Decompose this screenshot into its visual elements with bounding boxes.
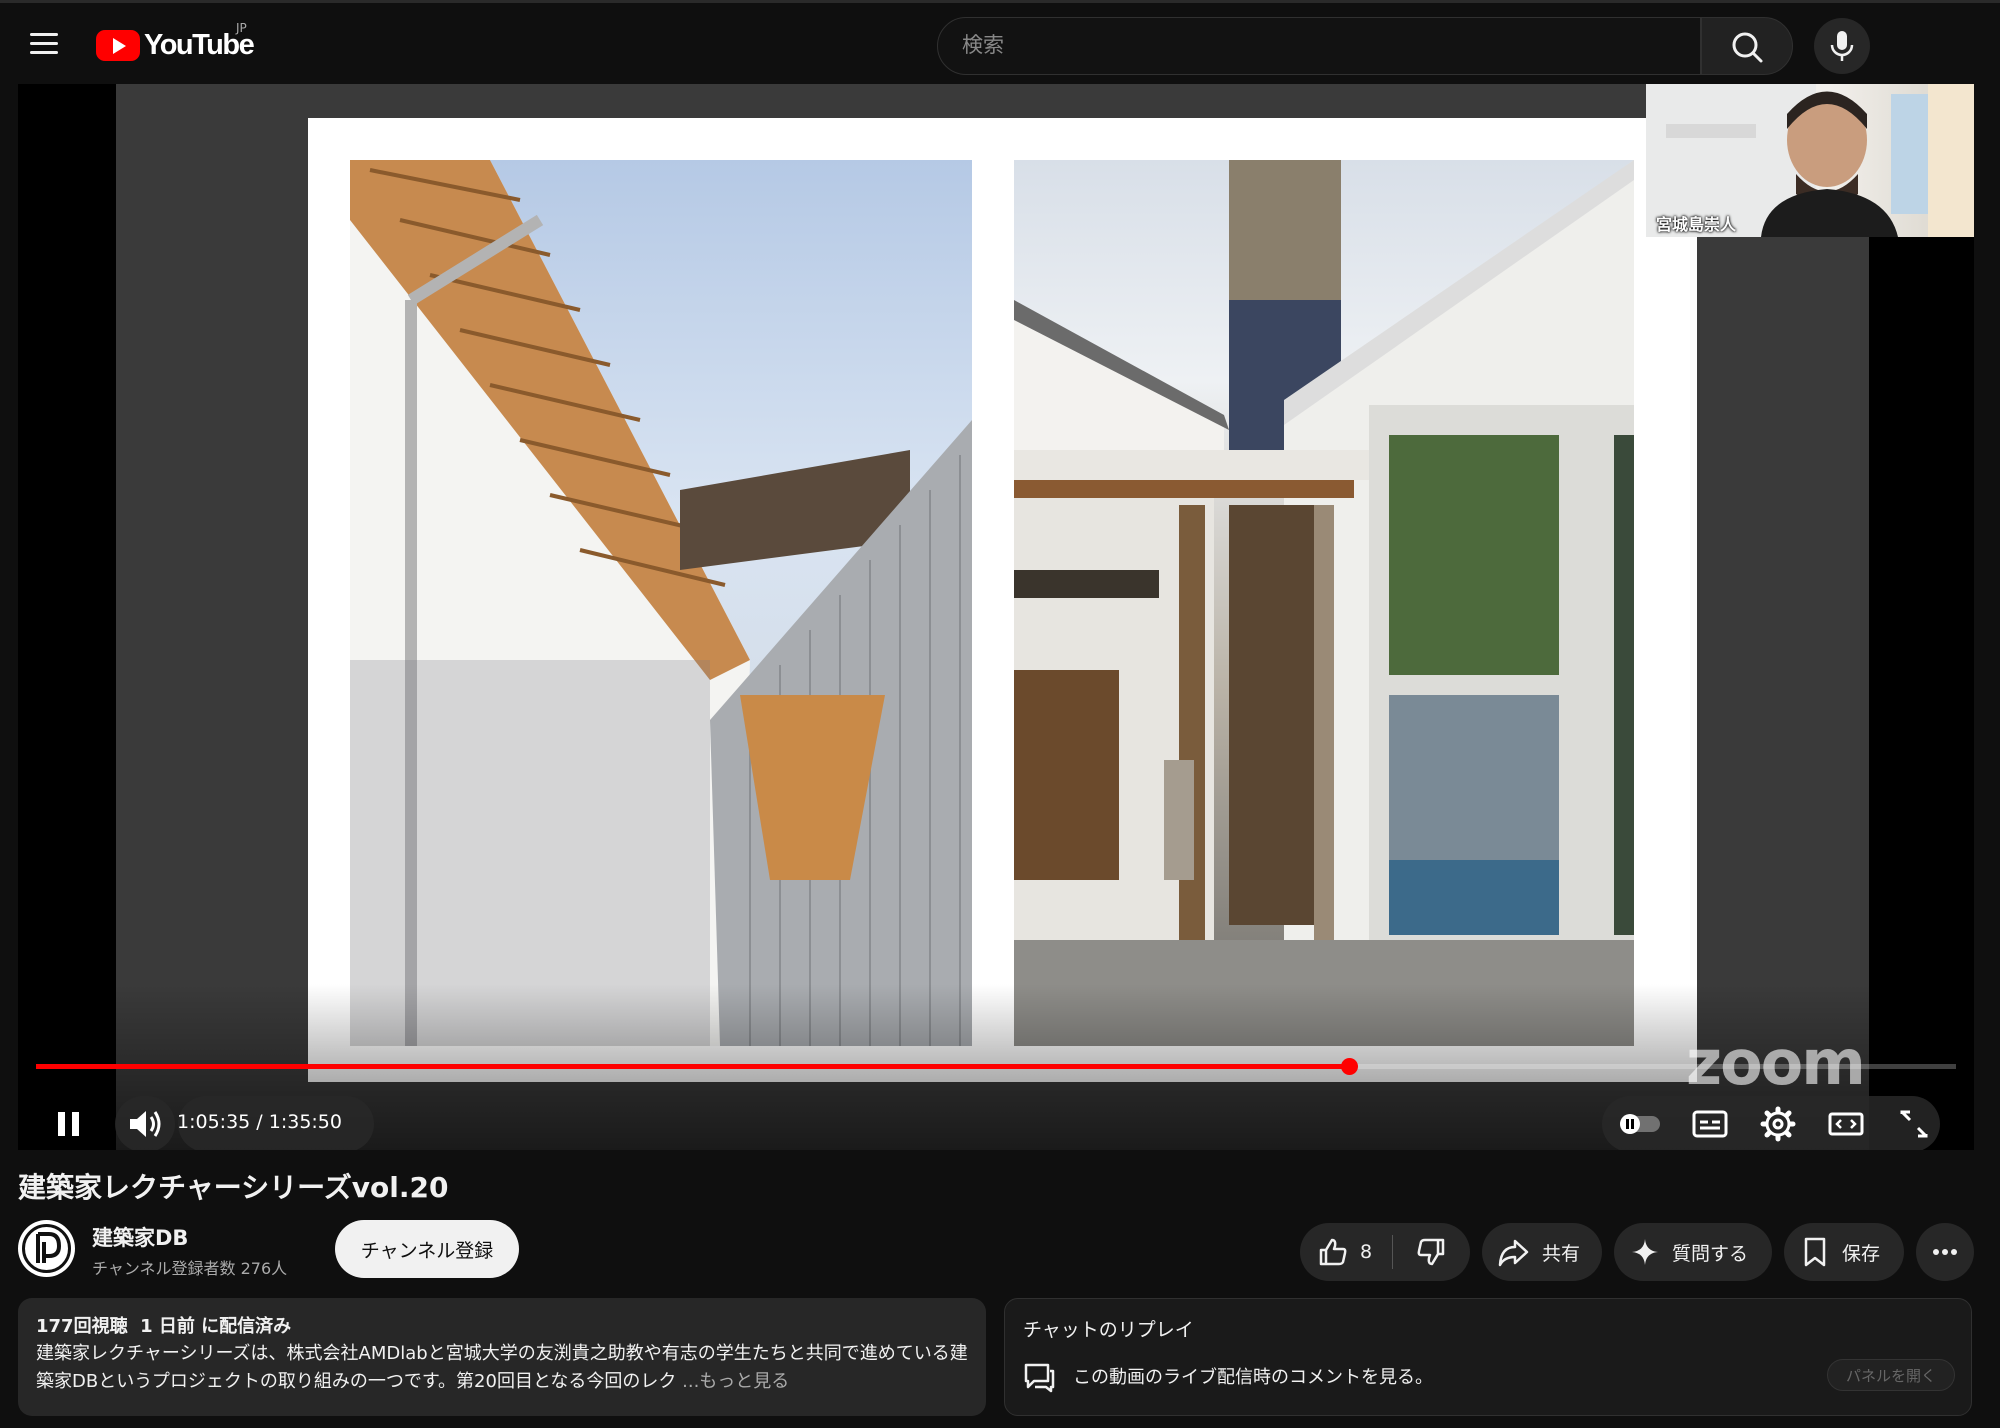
fullscreen-button[interactable] [1890,1100,1938,1148]
slide-photo-left [350,160,972,1046]
zoom-watermark: zoom [1686,1026,1866,1099]
pause-icon [58,1112,79,1136]
microphone-icon [1830,31,1854,61]
theater-mode-button[interactable] [1822,1100,1870,1148]
menu-icon[interactable] [30,33,58,55]
gear-icon [1760,1106,1796,1142]
subscriber-count: チャンネル登録者数 276人 [92,1259,288,1278]
time-display: 1:05:35 / 1:35:50 [177,1094,342,1150]
more-actions-button[interactable] [1916,1223,1974,1281]
time-current: 1:05:35 [177,1111,251,1133]
chat-replay-panel: チャットのリプレイ この動画のライブ配信時のコメントを見る。 パネルを開く [1004,1298,1972,1416]
search-icon [1732,32,1763,63]
youtube-logo[interactable]: YouTube [96,27,255,63]
channel-name[interactable]: 建築家DB [92,1222,188,1252]
theater-mode-icon [1828,1112,1864,1136]
time-separator: / [250,1111,269,1133]
search-input[interactable] [937,17,1701,75]
voice-search-button[interactable] [1814,18,1870,74]
subtitles-icon [1692,1110,1728,1138]
more-horizontal-icon [1933,1249,1957,1255]
view-count-date: 177回視聴 1 日前 に配信済み [36,1316,292,1337]
participant-name-label: 宮城島崇人 [1656,215,1737,234]
slide-photo-right [1014,160,1634,1046]
description-text: 建築家レクチャーシリーズは、株式会社AMDlabと宮城大学の友渕貴之助教や有志の… [36,1340,974,1396]
channel-avatar[interactable] [18,1220,75,1277]
save-button[interactable]: 保存 [1784,1223,1904,1281]
share-icon [1498,1239,1529,1267]
chat-icon [1024,1363,1055,1393]
chat-replay-description: この動画のライブ配信時のコメントを見る。 [1073,1367,1433,1388]
progress-bar[interactable] [36,1058,1956,1075]
youtube-play-icon [96,29,140,61]
progress-played [36,1064,1350,1069]
volume-icon [130,1111,161,1137]
description-body: 建築家レクチャーシリーズは、株式会社AMDlabと宮城大学の友渕貴之助教や有志の… [36,1343,968,1392]
thumbs-up-icon [1319,1238,1347,1266]
autoplay-toggle-icon [1620,1114,1660,1134]
like-button[interactable]: 8 [1300,1223,1392,1281]
search-button[interactable] [1701,17,1793,75]
autoplay-toggle[interactable] [1616,1106,1664,1142]
channel-logo-icon [22,1224,71,1273]
share-button[interactable]: 共有 [1482,1223,1602,1281]
fullscreen-icon [1900,1110,1928,1138]
bookmark-icon [1804,1237,1826,1267]
save-label: 保存 [1842,1242,1881,1265]
subtitles-button[interactable] [1686,1100,1734,1148]
like-count: 8 [1360,1241,1373,1263]
thumbs-down-icon [1417,1238,1445,1266]
ask-label: 質問する [1672,1242,1749,1265]
search-bar [937,17,1793,75]
mute-button[interactable] [121,1100,169,1148]
show-more-link[interactable]: ...もっと見る [676,1371,789,1392]
description-box[interactable]: 177回視聴 1 日前 に配信済み 建築家レクチャーシリーズは、株式会社AMDl… [18,1298,986,1416]
like-dislike-group: 8 [1300,1223,1470,1281]
share-label: 共有 [1542,1242,1581,1265]
sparkle-icon [1632,1239,1658,1265]
video-title: 建築家レクチャーシリーズvol.20 [18,1171,449,1204]
time-total: 1:35:50 [268,1111,342,1133]
chat-replay-title: チャットのリプレイ [1023,1319,1194,1341]
region-code: JP [236,21,247,35]
pause-button[interactable] [44,1100,92,1148]
subscribe-button[interactable]: チャンネル登録 [335,1220,519,1278]
video-player[interactable]: 宮城島崇人 zoom 1:05:35 / 1:35:50 [18,84,1974,1150]
open-panel-button[interactable]: パネルを開く [1827,1359,1955,1391]
settings-button[interactable] [1754,1100,1802,1148]
ask-button[interactable]: 質問する [1614,1223,1772,1281]
participant-video: 宮城島崇人 [1646,84,1974,237]
dislike-button[interactable] [1393,1223,1469,1281]
top-bar: YouTube JP [0,0,2000,84]
